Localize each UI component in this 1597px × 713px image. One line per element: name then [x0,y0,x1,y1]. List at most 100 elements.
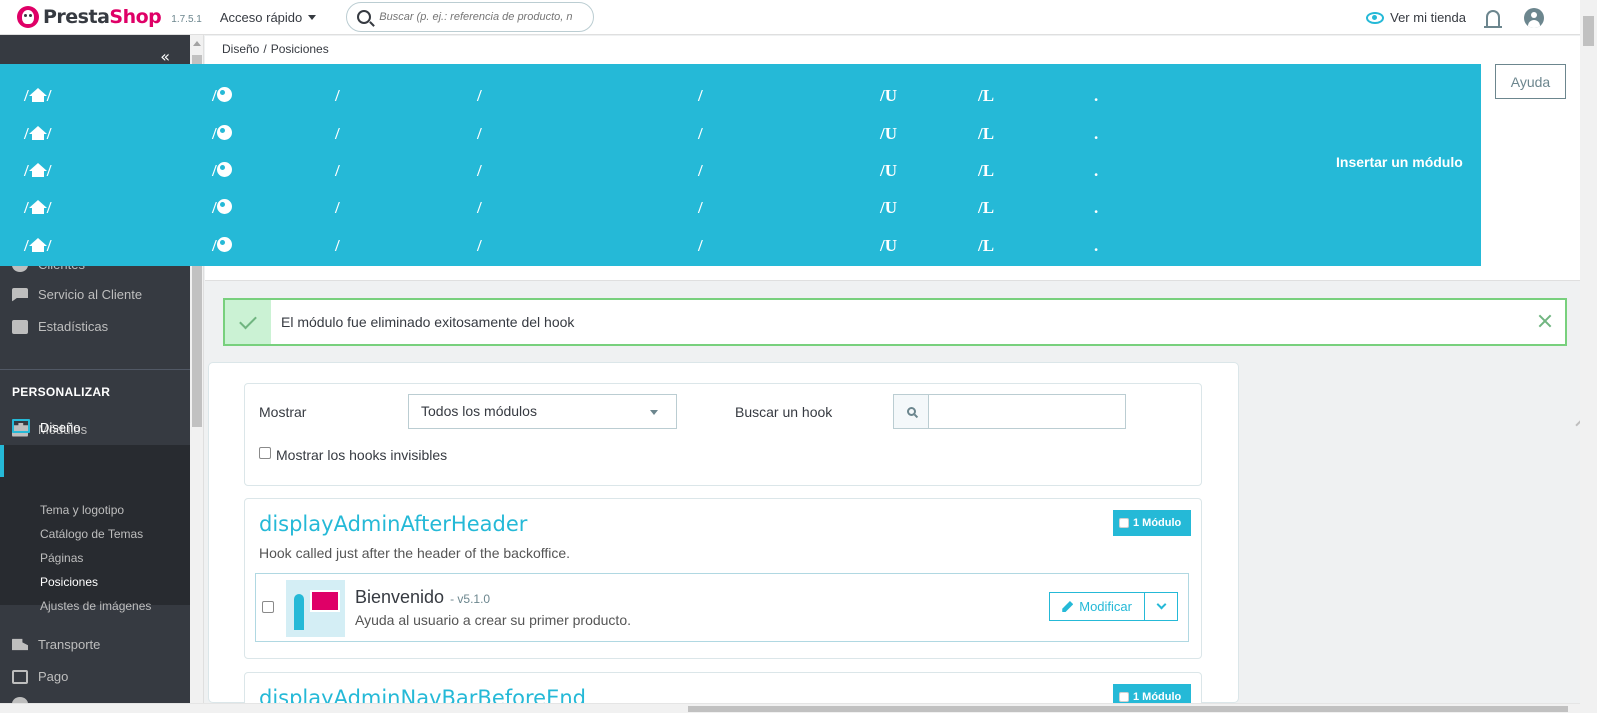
overlay-row: / / / / / / /U /L . [0,124,1481,154]
module-count-label: 1 Módulo [1133,691,1182,703]
overlay-text: / [477,161,482,180]
help-button[interactable]: Ayuda [1495,64,1566,99]
close-icon[interactable] [1537,313,1553,329]
sidebar-divider [0,369,190,370]
select-all-checkbox-icon[interactable] [1119,518,1129,528]
sidebar-subitem-catalogo[interactable]: Catálogo de Temas [40,527,143,541]
page-vertical-scrollbar[interactable] [1580,0,1597,713]
chevron-down-icon [1156,599,1166,610]
module-description: Ayuda al usuario a crear su primer produ… [355,612,631,628]
overlay-cell: / [212,161,232,181]
global-search[interactable] [346,2,595,32]
overlay-cell: / / [24,124,51,144]
overlay-text: / [212,236,217,255]
overlay-row: / / / / / / /U /L . [0,236,1481,266]
sidebar-subitem-posiciones[interactable]: Posiciones [40,575,98,589]
overlay-text: /U [880,86,897,105]
overlay-text: / [698,161,703,180]
hook-search-field[interactable] [893,394,1126,429]
caret-down-icon [308,14,317,20]
sidebar-item-estadisticas[interactable]: Estadísticas [12,319,108,334]
globe-icon [216,162,232,177]
scroll-up-arrow-icon[interactable] [193,41,201,46]
home-icon [28,126,47,140]
sidebar-subitem-ajustes-imagenes[interactable]: Ajustes de imágenes [40,599,151,613]
overlay-row: / / / / / / /U /L . [0,86,1481,116]
toolbar-overlay: / / / / / / /U /L . / / / / / / /U /L . / /… [0,64,1481,266]
pencil-icon [1062,601,1074,612]
overlay-text: . [1094,198,1099,217]
overlay-text: /U [880,161,897,180]
caret-down-icon [650,410,658,415]
show-invisible-hooks-label[interactable]: Mostrar los hooks invisibles [276,447,447,463]
hook-title: displayAdminAfterHeader [259,512,528,536]
sidebar-item-diseno[interactable] [0,445,190,477]
quick-access-dropdown[interactable]: Acceso rápido [220,10,317,25]
insert-module-button[interactable]: Insertar un módulo [1336,154,1463,170]
overlay-text: /L [978,86,995,105]
overlay-text: / [335,124,340,143]
hook-search-input[interactable] [929,395,1125,428]
module-actions-dropdown[interactable] [1145,592,1178,621]
search-icon [906,407,916,416]
search-icon[interactable] [357,10,372,24]
sidebar-subitem-paginas[interactable]: Páginas [40,551,83,565]
module-row: Bienvenido - v5.1.0 Ayuda al usuario a cr… [255,573,1189,642]
edit-module-button[interactable]: Modificar [1049,592,1145,621]
home-icon [28,200,47,214]
module-count-badge[interactable]: 1 Módulo [1113,510,1191,536]
overlay-cell: / [212,124,232,144]
success-alert: El módulo fue eliminado exitosamente del… [223,298,1567,346]
overlay-cell: / / [24,198,51,218]
presentation-board-icon [310,590,340,612]
search-input[interactable] [379,11,580,23]
overlay-cell: / [212,86,232,106]
select-all-checkbox-icon[interactable] [1119,692,1129,702]
module-count-label: 1 Módulo [1133,517,1182,529]
module-name-text: Bienvenido [355,587,445,607]
overlay-text: / [212,161,217,180]
globe-icon [216,87,232,102]
overlay-text: /L [978,198,995,217]
overlay-row: / / / / / / /U /L . [0,198,1481,228]
overlay-text: / [46,236,52,255]
breadcrumb-current: Posiciones [270,42,329,56]
view-store-link[interactable]: Ver mi tienda [1390,10,1466,25]
home-icon [28,88,47,102]
overlay-text: / [477,124,482,143]
breadcrumb-separator: / [263,42,267,56]
sidebar-item-label: Estadísticas [38,319,109,334]
horizontal-scroll-thumb[interactable] [688,706,1568,712]
prestashop-logo[interactable]: PrestaShop [17,6,162,28]
eye-icon [1366,11,1385,24]
globe-icon [216,199,232,214]
overlay-text: /L [978,124,995,143]
puffin-logo-icon [17,6,39,28]
show-label: Mostrar [259,404,307,420]
search-hook-label: Buscar un hook [735,404,833,420]
overlay-text: / [46,124,52,143]
user-account-icon[interactable] [1524,7,1544,28]
overlay-text: / [212,124,217,143]
page-horizontal-scrollbar[interactable] [0,703,1580,713]
sidebar-item-pago[interactable]: Pago [12,669,68,684]
sidebar-item-servicio-cliente[interactable]: Servicio al Cliente [12,287,142,302]
breadcrumb-parent[interactable]: Diseño [222,42,259,56]
module-actions: Modificar [1049,592,1178,621]
module-filter-select[interactable]: Todos los módulos [408,394,677,429]
overlay-text: / [698,198,703,217]
module-select-checkbox[interactable] [262,601,274,613]
overlay-text: / [335,86,340,105]
credit-card-icon [12,669,28,684]
sidebar-subitem-tema[interactable]: Tema y logotipo [40,503,124,517]
overlay-text: / [335,161,340,180]
hook-card: displayAdminAfterHeader Hook called just… [244,498,1202,659]
sidebar-item-label-diseno[interactable]: Diseño [40,420,80,435]
truck-icon [12,638,28,651]
page-scroll-thumb[interactable] [1583,16,1594,46]
notifications-bell-icon[interactable] [1484,9,1502,28]
module-filter-value: Todos los módulos [421,403,537,419]
show-invisible-hooks-checkbox[interactable] [259,447,271,459]
sidebar-item-transporte[interactable]: Transporte [12,637,100,652]
overlay-text: /U [880,236,897,255]
